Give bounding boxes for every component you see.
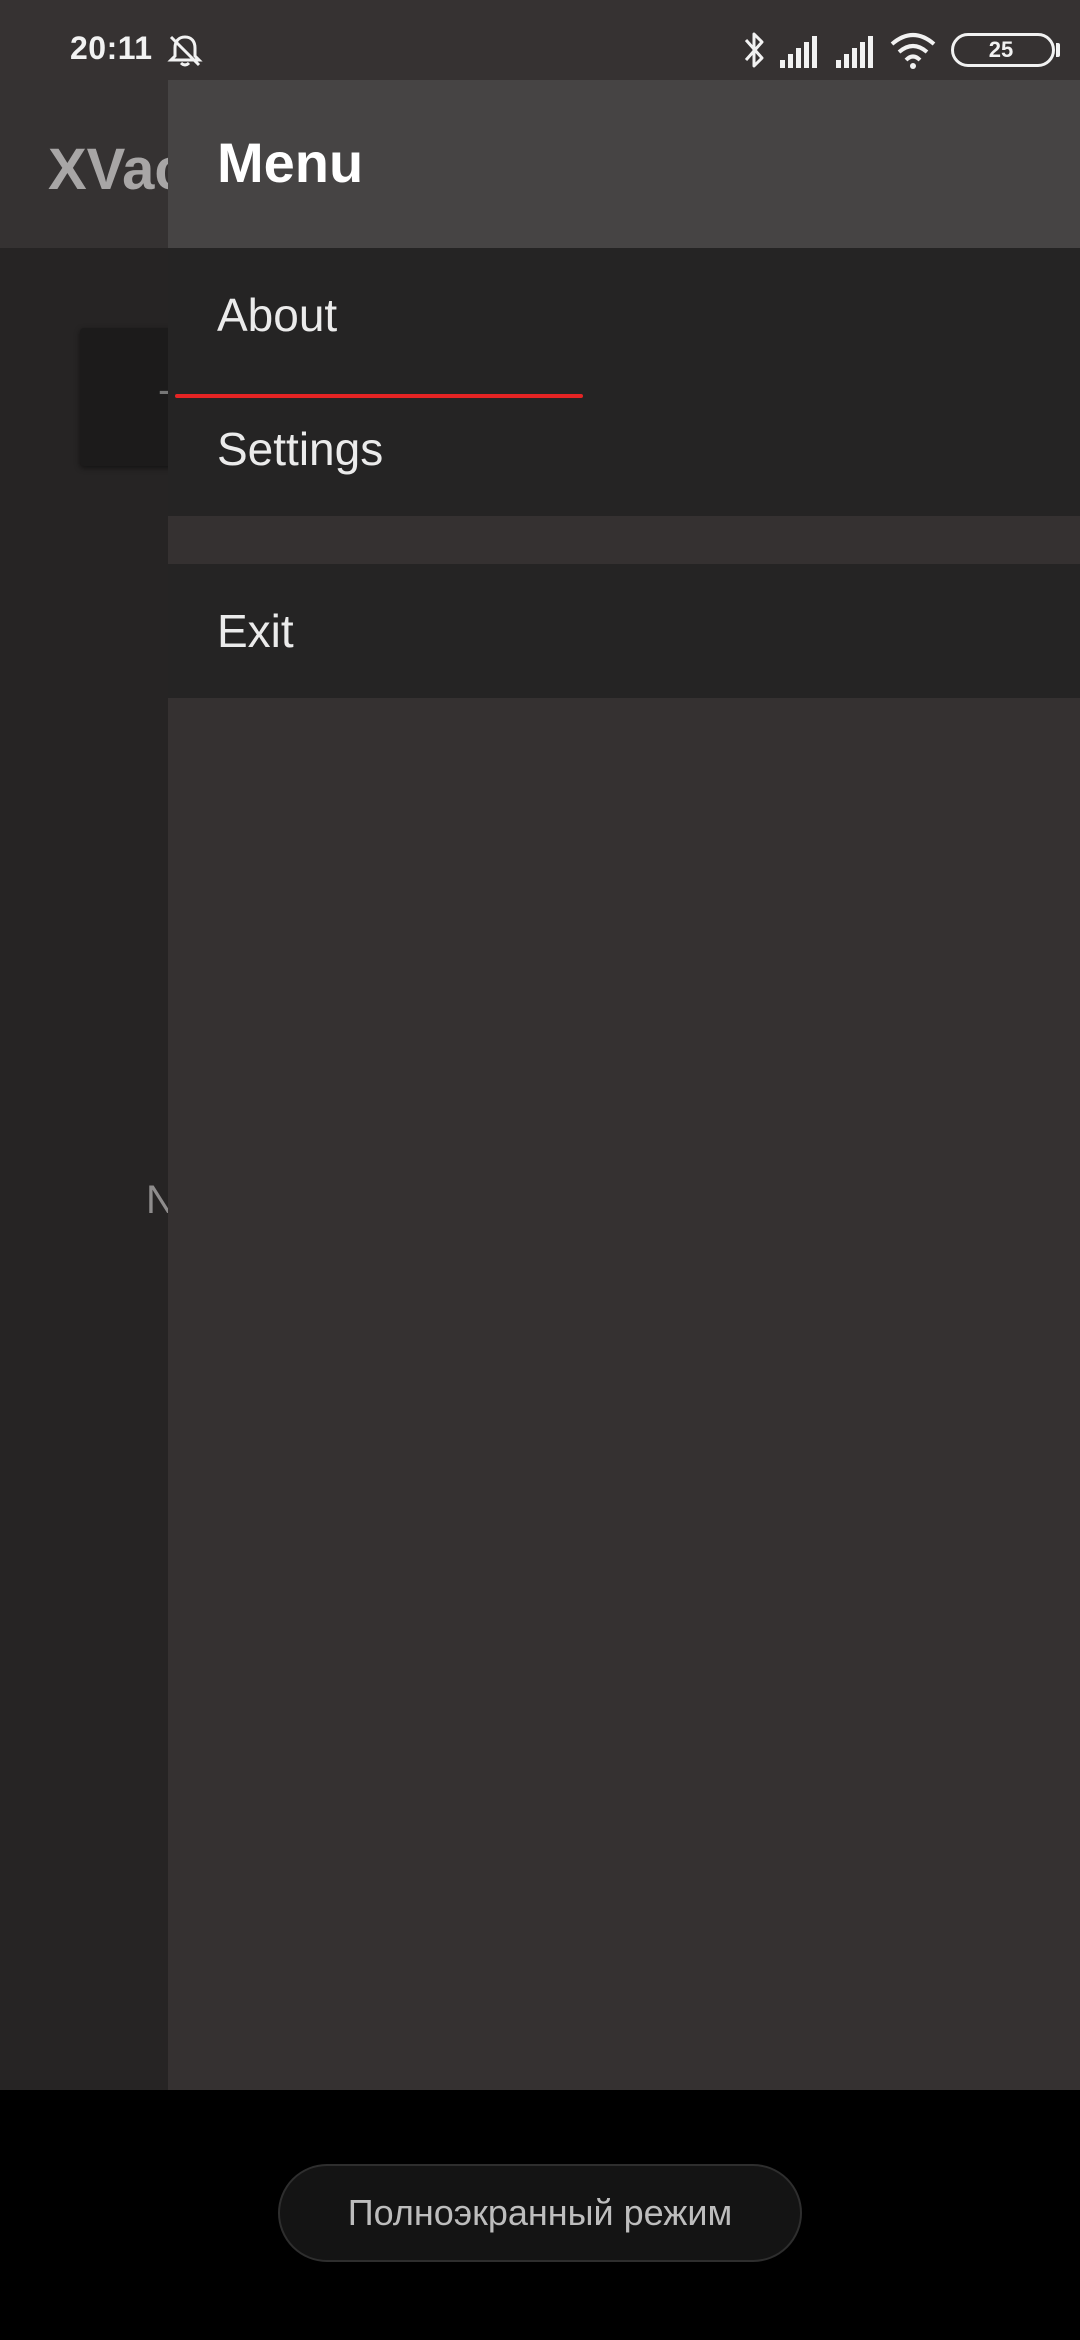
menu-item-label: Settings	[217, 423, 384, 475]
battery-cap	[1056, 43, 1060, 57]
settings-focus-underline	[175, 394, 583, 398]
menu-group-exit: Exit	[168, 564, 1080, 698]
battery-level: 25	[988, 37, 1014, 62]
menu-item-exit[interactable]: Exit	[168, 564, 1080, 698]
signal-icon	[780, 36, 817, 68]
menu-item-label: Exit	[217, 605, 294, 657]
app-title: XVac	[48, 137, 187, 202]
bluetooth-icon	[744, 32, 764, 68]
menu-item-about[interactable]: About	[168, 248, 1080, 382]
menu-item-label: About	[217, 289, 338, 341]
drawer-header: Menu	[168, 80, 1080, 248]
menu-group-main: About Settings	[168, 248, 1080, 516]
drawer-title: Menu	[217, 131, 364, 194]
status-time: 20:11	[70, 30, 153, 66]
muted-bell-icon	[167, 35, 203, 67]
fullscreen-mode-button[interactable]: Полноэкранный режим	[278, 2164, 802, 2262]
battery-icon: 25	[951, 33, 1055, 67]
bottom-navigation-bar: Полноэкранный режим	[0, 2090, 1080, 2340]
status-bar: 20:11 25	[0, 0, 1080, 80]
signal-icon	[836, 36, 873, 68]
navigation-drawer: Menu About Settings Exit	[168, 80, 1080, 2090]
wifi-icon	[890, 33, 936, 69]
menu-item-settings[interactable]: Settings	[168, 382, 1080, 516]
